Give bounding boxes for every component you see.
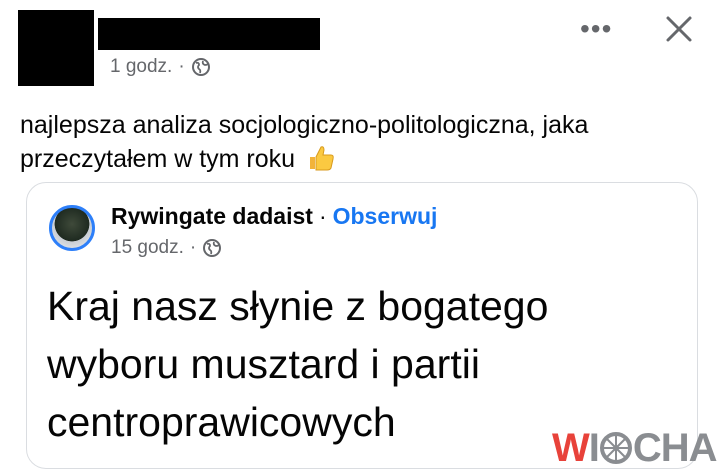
- watermark-letters-cha: CHA: [632, 426, 718, 470]
- more-options-button[interactable]: •••: [580, 14, 612, 44]
- watermark-letter-w: W: [552, 426, 590, 470]
- wheel-icon: [599, 432, 632, 464]
- header-separator: ·: [318, 203, 327, 229]
- globe-icon[interactable]: [202, 238, 222, 258]
- shared-post-header: Rywingate dadaist · Obserwuj: [111, 203, 437, 230]
- close-icon[interactable]: [662, 12, 696, 46]
- post-time[interactable]: 1 godz.: [110, 56, 172, 78]
- wiocha-watermark: W I CHA: [552, 426, 718, 470]
- facebook-post-screenshot: { "post": { "time": "1 godz.", "separato…: [0, 0, 720, 476]
- shared-post-meta: 15 godz. ·: [111, 237, 222, 259]
- author-avatar-redacted[interactable]: [18, 10, 94, 86]
- shared-meta-separator: ·: [189, 237, 197, 258]
- shared-post-time[interactable]: 15 godz.: [111, 237, 184, 259]
- author-name-redacted[interactable]: [98, 18, 320, 50]
- watermark-letter-i: I: [588, 426, 600, 470]
- shared-author-avatar[interactable]: [49, 205, 95, 251]
- thumbs-up-emoji-icon: [310, 146, 334, 171]
- post-body: najlepsza analiza socjologiczno-politolo…: [20, 108, 700, 176]
- post-body-text: najlepsza analiza socjologiczno-politolo…: [20, 111, 589, 173]
- shared-author-name[interactable]: Rywingate dadaist: [111, 203, 313, 230]
- post-meta: 1 godz. ·: [110, 56, 211, 78]
- follow-link[interactable]: Obserwuj: [333, 203, 438, 230]
- meta-separator: ·: [178, 56, 185, 77]
- globe-icon[interactable]: [191, 57, 211, 77]
- shared-post-text: Kraj nasz słynie z bogatego wyboru muszt…: [47, 283, 549, 445]
